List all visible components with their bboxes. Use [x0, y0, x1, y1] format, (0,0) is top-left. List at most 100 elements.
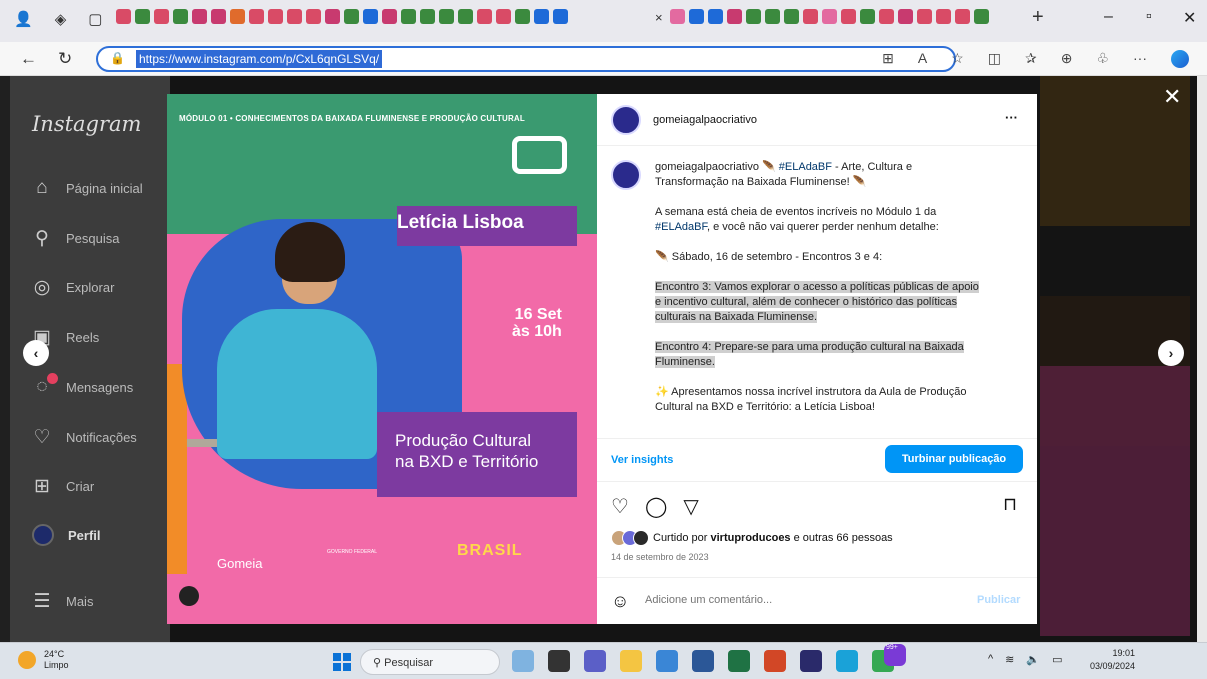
likes-count[interactable]: Curtido por virtuproducoes e outras 66 p… [653, 532, 893, 544]
tab-favicon[interactable] [515, 9, 530, 24]
sidebar-item-messages[interactable]: ◌ Mensagens [32, 373, 133, 398]
tab-favicon[interactable] [458, 9, 473, 24]
tab-favicon[interactable] [879, 9, 894, 24]
profile-icon[interactable]: 👤 [14, 10, 33, 28]
like-heart-icon[interactable]: ♡ [611, 494, 629, 519]
sidebar-item-notifications[interactable]: ♡ Notificações [32, 426, 136, 449]
tab-favicon[interactable] [955, 9, 970, 24]
post-author-username[interactable]: gomeiagalpaocriativo [653, 114, 757, 126]
tab-favicon[interactable] [154, 9, 169, 24]
comment-icon[interactable]: ◯ [645, 494, 667, 519]
widgets-app-icon[interactable] [512, 650, 534, 672]
tab-favicon[interactable] [496, 9, 511, 24]
tab-favicon[interactable] [974, 9, 989, 24]
teams-icon[interactable] [584, 650, 606, 672]
hashtag-link[interactable]: #ELAdaBF [655, 221, 707, 233]
tab-favicon[interactable] [860, 9, 875, 24]
excel-icon[interactable] [728, 650, 750, 672]
url-field[interactable]: 🔒 https://www.instagram.com/p/CxL6qnGLSV… [96, 46, 956, 72]
previous-post-button[interactable]: ‹ [23, 340, 49, 366]
tab-favicon[interactable] [784, 9, 799, 24]
tab-favicon[interactable] [325, 9, 340, 24]
back-icon[interactable]: ← [20, 49, 37, 69]
tab-favicon[interactable] [477, 9, 492, 24]
sidebar-item-search[interactable]: ⚲ Pesquisa [32, 227, 119, 250]
maximize-button[interactable]: ▫ [1146, 8, 1152, 26]
clock[interactable]: 19:01 03/09/2024 [1090, 647, 1135, 673]
tab-favicon[interactable] [439, 9, 454, 24]
windows-start-icon[interactable] [333, 653, 351, 671]
sidebar-item-create[interactable]: ⊞ Criar [32, 475, 94, 498]
tab-favicon[interactable] [822, 9, 837, 24]
tab-favicon[interactable] [841, 9, 856, 24]
volume-icon[interactable]: 🔈 [1026, 653, 1040, 666]
tab-favicon[interactable] [306, 9, 321, 24]
tab-favicon[interactable] [135, 9, 150, 24]
hashtag-link[interactable]: #ELAdaBF [779, 161, 832, 173]
copilot-icon[interactable] [1171, 50, 1189, 68]
extensions-icon[interactable]: ♧ [1096, 50, 1109, 68]
feed-tile[interactable] [1040, 366, 1190, 636]
tab-favicon[interactable] [746, 9, 761, 24]
powerpoint-icon[interactable] [764, 650, 786, 672]
avatar[interactable] [611, 105, 641, 135]
word-icon[interactable] [692, 650, 714, 672]
view-insights-link[interactable]: Ver insights [611, 454, 673, 466]
premiere-icon[interactable] [800, 650, 822, 672]
tab-favicon[interactable] [192, 9, 207, 24]
minimize-button[interactable]: – [1104, 8, 1113, 26]
tab-favicon[interactable] [173, 9, 188, 24]
scrollbar[interactable] [1197, 76, 1207, 642]
lock-icon[interactable]: 🔒 [110, 51, 125, 65]
store-icon[interactable] [656, 650, 678, 672]
workspaces-icon[interactable]: ◈ [55, 10, 67, 28]
tagged-user-icon[interactable] [179, 586, 199, 606]
tab-actions-icon[interactable]: ▢ [88, 10, 102, 28]
emoji-picker-icon[interactable]: ☺ [611, 591, 629, 612]
avatar[interactable] [611, 160, 641, 190]
sidebar-item-more[interactable]: ☰ Mais [32, 590, 93, 613]
likers-avatars[interactable] [611, 530, 651, 546]
tab-close-icon[interactable]: × [655, 10, 663, 25]
tab-favicon[interactable] [534, 9, 549, 24]
tab-favicon[interactable] [116, 9, 131, 24]
reader-icon[interactable]: ⊞ [882, 50, 894, 68]
tab-favicon[interactable] [708, 9, 723, 24]
post-image[interactable]: MÓDULO 01 • CONHECIMENTOS DA BAIXADA FLU… [167, 94, 597, 624]
tab-favicon[interactable] [268, 9, 283, 24]
whatsapp-icon[interactable]: 99+ [872, 644, 906, 672]
comment-input[interactable] [645, 594, 945, 606]
tab-favicon[interactable] [363, 9, 378, 24]
taskbar-search[interactable]: ⚲ Pesquisar [360, 649, 500, 675]
tab-favicon[interactable] [287, 9, 302, 24]
tab-favicon[interactable] [936, 9, 951, 24]
sidebar-item-explore[interactable]: ◎ Explorar [32, 276, 115, 299]
read-aloud-icon[interactable]: A [918, 50, 927, 68]
caption-username[interactable]: gomeiagalpaocriativo [655, 161, 759, 173]
tab-favicon[interactable] [917, 9, 932, 24]
edge-icon[interactable] [836, 650, 858, 672]
refresh-icon[interactable]: ↻ [58, 49, 72, 69]
url-text[interactable]: https://www.instagram.com/p/CxL6qnGLSVq/ [136, 50, 383, 68]
tab-favicon[interactable] [803, 9, 818, 24]
wifi-icon[interactable]: ≋ [1005, 653, 1014, 666]
instagram-logo[interactable]: Instagram [32, 112, 141, 136]
weather-widget[interactable]: 24°C Limpo [18, 649, 69, 671]
tab-favicon[interactable] [401, 9, 416, 24]
tab-favicon[interactable] [898, 9, 913, 24]
next-post-button[interactable]: › [1158, 340, 1184, 366]
favorites-icon[interactable]: ✰ [1025, 50, 1037, 68]
tab-favicon[interactable] [230, 9, 245, 24]
split-screen-icon[interactable]: ◫ [988, 50, 1001, 68]
tray-overflow-icon[interactable]: ^ [988, 653, 993, 666]
tab-favicon[interactable] [211, 9, 226, 24]
tab-favicon[interactable] [765, 9, 780, 24]
sidebar-item-profile[interactable]: Perfil [32, 524, 101, 546]
boost-post-button[interactable]: Turbinar publicação [885, 445, 1023, 473]
tab-favicon[interactable] [420, 9, 435, 24]
close-window-button[interactable]: ✕ [1183, 8, 1196, 28]
collections-icon[interactable]: ⊕ [1061, 50, 1073, 68]
favorite-star-icon[interactable]: ☆ [951, 50, 964, 68]
battery-icon[interactable]: ▭ [1052, 653, 1062, 666]
publish-button[interactable]: Publicar [977, 594, 1020, 606]
